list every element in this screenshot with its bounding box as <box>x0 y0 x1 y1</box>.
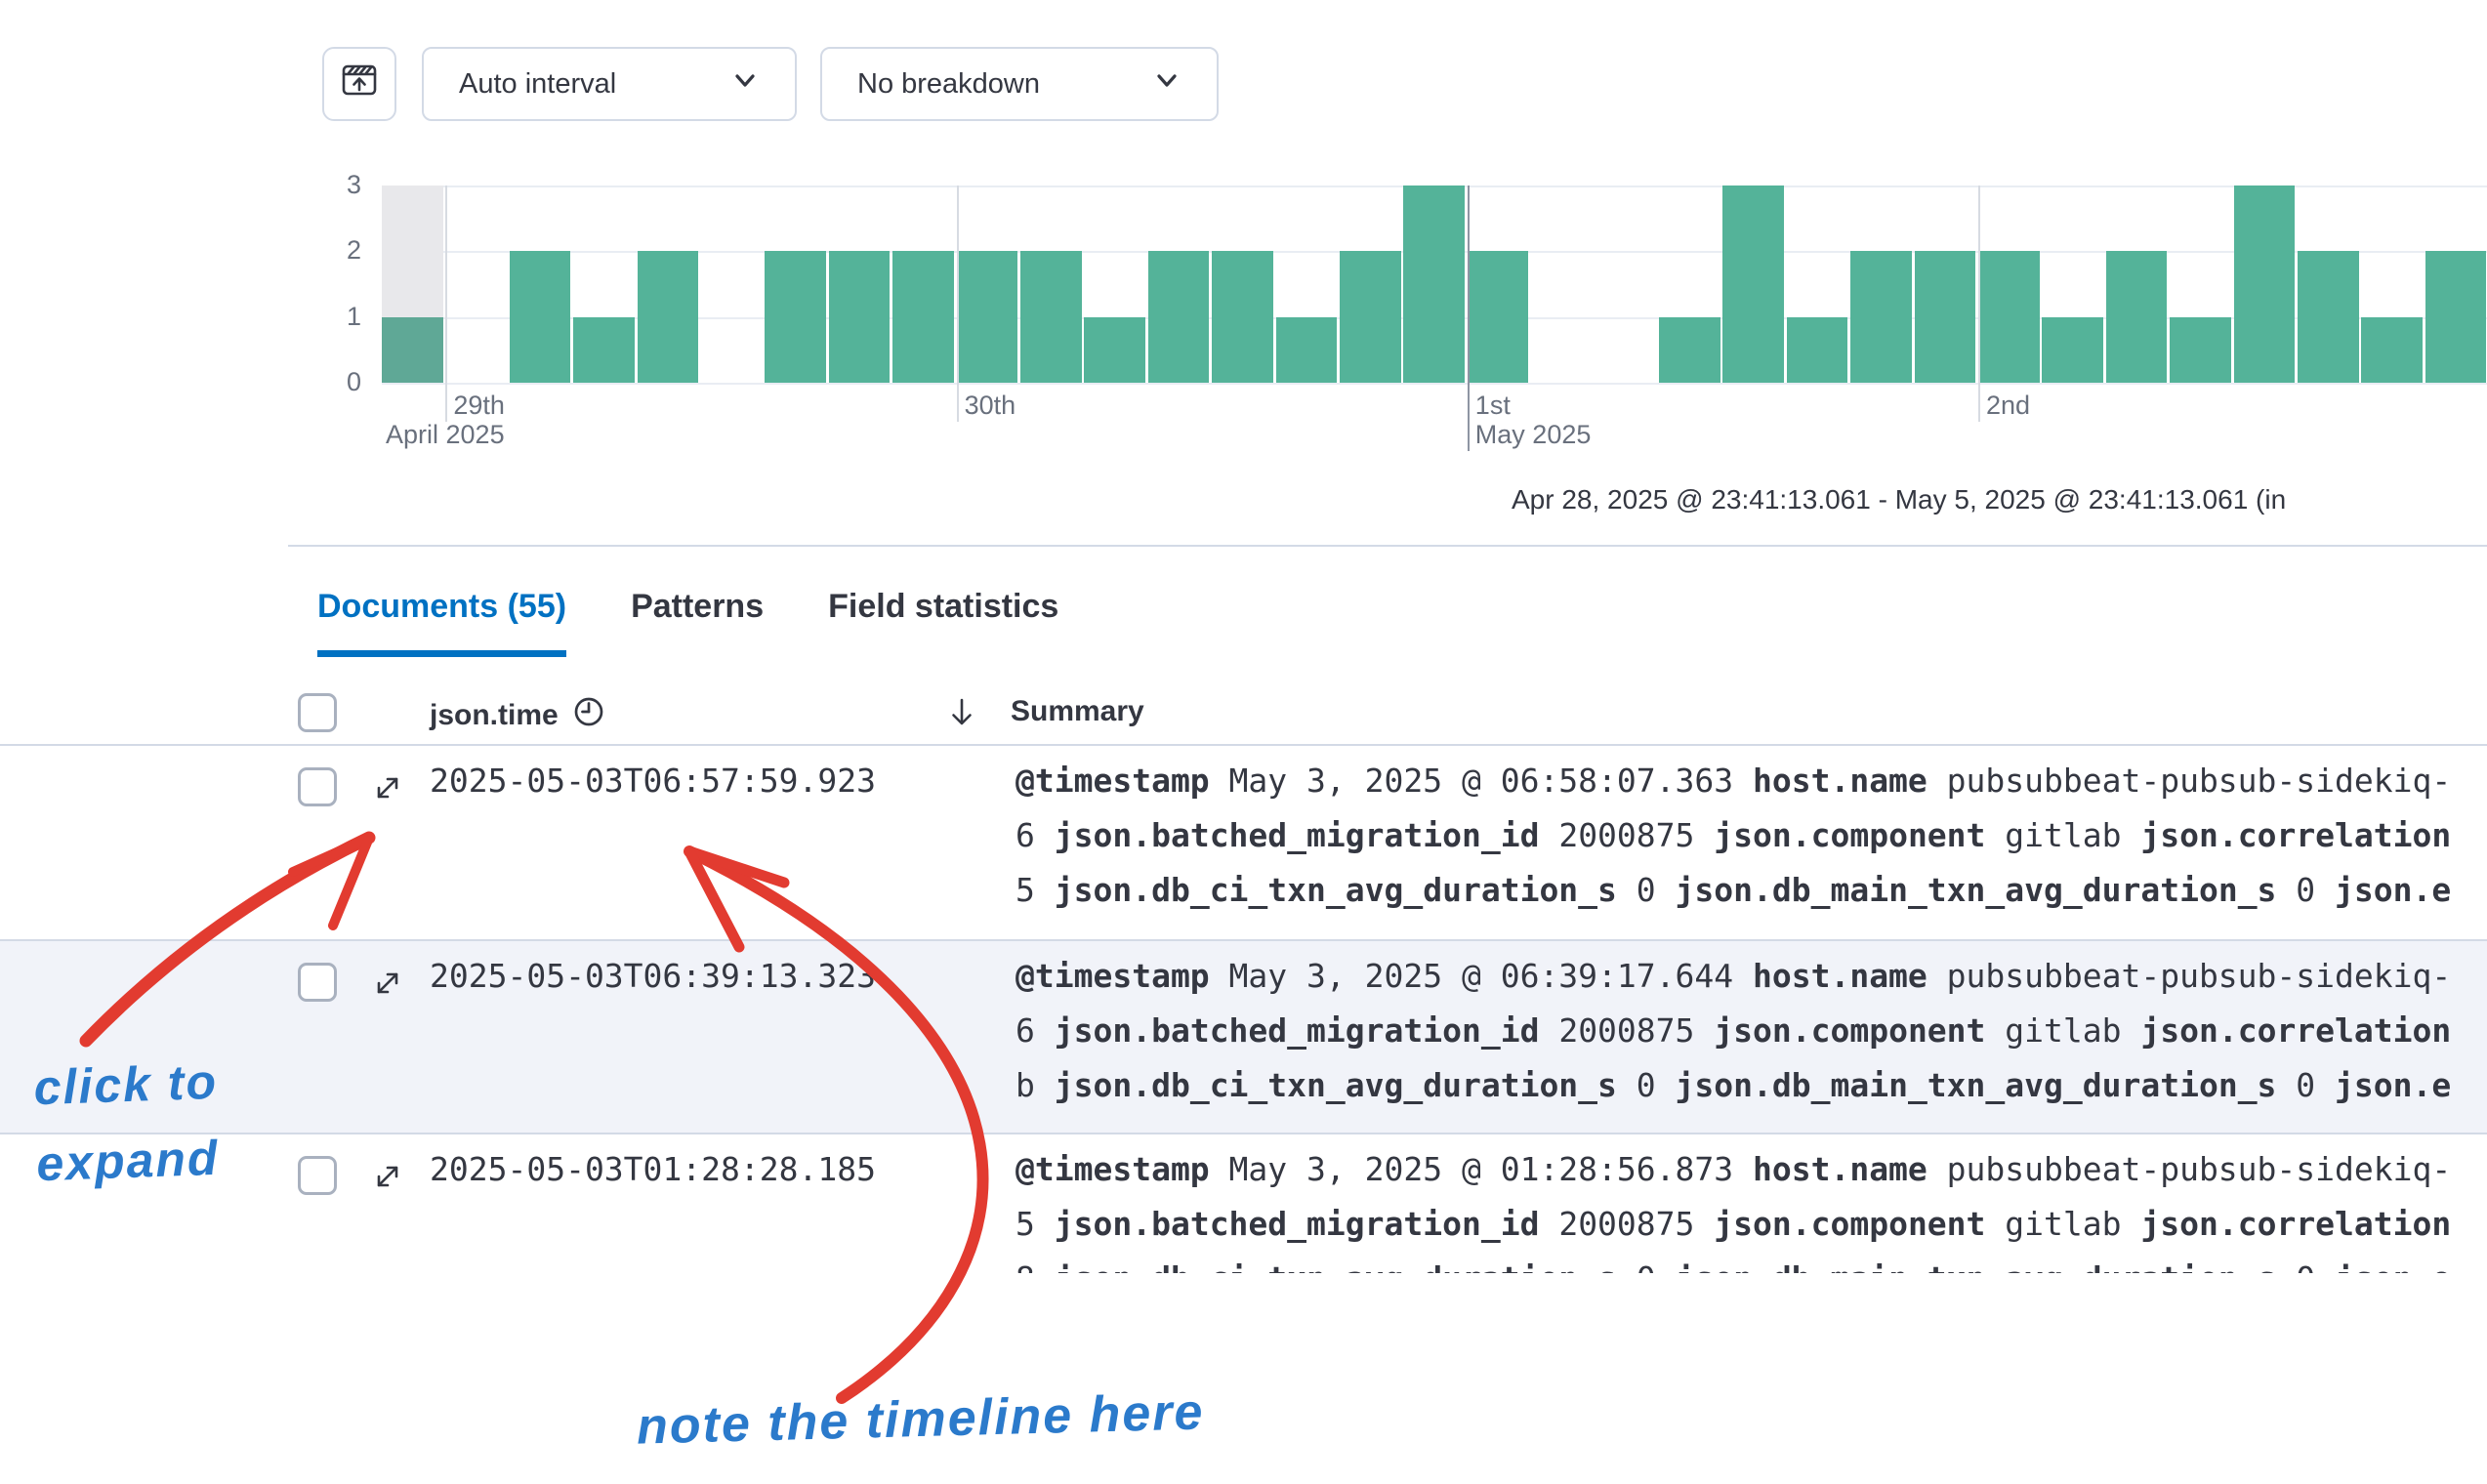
histogram-bar[interactable] <box>1403 186 1465 383</box>
time-range-caption: Apr 28, 2025 @ 23:41:13.061 - May 5, 202… <box>1512 484 2286 515</box>
histogram-bar[interactable] <box>1659 317 1720 383</box>
documents-table: json.time Summary 2025-05-03T <box>0 683 2487 1273</box>
expand-document-icon[interactable] <box>371 1160 404 1193</box>
summary-line: 5 json.db_ci_txn_avg_duration_s 0 json.d… <box>1016 869 2451 912</box>
table-row: 2025-05-03T06:57:59.923 @timestamp May 3,… <box>0 746 2487 939</box>
json-time-column-label: json.time <box>430 699 559 732</box>
x-axis-tick-label: 1st <box>1475 391 1511 421</box>
discover-page: Auto interval No breakdown 0 1 2 3 29thApril… <box>0 0 2487 1484</box>
json-time-value: 2025-05-03T01:28:28.185 <box>430 1150 876 1188</box>
gridline-day <box>957 186 959 422</box>
histogram-bar[interactable] <box>2361 317 2423 383</box>
histogram-bar[interactable] <box>2425 251 2487 383</box>
histogram-bar[interactable] <box>1212 251 1273 383</box>
histogram-bar[interactable] <box>957 251 1018 383</box>
x-axis-tick-label: 2nd <box>1986 391 2030 421</box>
histogram-bar[interactable] <box>510 251 571 383</box>
gridline-day <box>445 186 447 422</box>
breakdown-dropdown-label: No breakdown <box>857 68 1040 101</box>
histogram-bar[interactable] <box>2298 251 2359 383</box>
histogram-bar[interactable] <box>2234 186 2296 383</box>
expand-document-icon[interactable] <box>371 967 404 1000</box>
table-row: 2025-05-03T01:28:28.185 @timestamp May 3,… <box>0 1133 2487 1273</box>
annotation-line: click to <box>32 1044 219 1127</box>
histogram-bar[interactable] <box>765 251 826 383</box>
json-time-value: 2025-05-03T06:57:59.923 <box>430 762 876 800</box>
chevron-down-icon <box>730 65 760 103</box>
histogram-bar[interactable] <box>1850 251 1912 383</box>
x-axis-tick-sublabel: April 2025 <box>386 420 505 450</box>
sort-arrow-down-icon[interactable] <box>945 695 978 730</box>
clock-icon <box>572 695 605 736</box>
gridline-day <box>1978 186 1980 422</box>
interval-dropdown[interactable]: Auto interval <box>422 47 797 121</box>
column-header-json-time[interactable]: json.time <box>430 695 605 736</box>
tab-documents[interactable]: Documents (55) <box>317 586 566 657</box>
x-axis-tick-label: 29th <box>453 391 505 421</box>
annotation-click-to-expand: click to expand <box>32 1044 222 1202</box>
summary-line: b json.db_ci_txn_avg_duration_s 0 json.d… <box>1016 1064 2451 1107</box>
annotation-line: expand <box>35 1120 222 1203</box>
histogram-bar[interactable] <box>892 251 954 383</box>
summary-line: @timestamp May 3, 2025 @ 06:39:17.644 ho… <box>1016 955 2451 998</box>
summary-line: @timestamp May 3, 2025 @ 01:28:56.873 ho… <box>1016 1148 2451 1191</box>
gridline-day <box>1468 186 1470 451</box>
histogram-bar[interactable] <box>1276 317 1338 383</box>
row-checkbox[interactable] <box>298 963 337 1002</box>
histogram-bar[interactable] <box>1722 186 1784 383</box>
breakdown-dropdown[interactable]: No breakdown <box>820 47 1219 121</box>
gridline-horizontal <box>382 383 2487 385</box>
histogram-bar[interactable] <box>2170 317 2231 383</box>
y-axis-tick-label: 3 <box>316 170 361 200</box>
histogram-bar[interactable] <box>1340 251 1401 383</box>
row-checkbox[interactable] <box>298 767 337 806</box>
table-header: json.time Summary <box>0 683 2487 746</box>
summary-line: 5 json.batched_migration_id 2000875 json… <box>1016 1203 2451 1246</box>
histogram-bar[interactable] <box>2106 251 2168 383</box>
tab-patterns[interactable]: Patterns <box>631 586 764 657</box>
column-header-summary[interactable]: Summary <box>1011 695 1144 728</box>
expand-document-icon[interactable] <box>371 771 404 804</box>
y-axis-tick-label: 0 <box>316 367 361 397</box>
histogram-bar[interactable] <box>638 251 699 383</box>
histogram-bar[interactable] <box>1915 251 1976 383</box>
tabs: Documents (55) Patterns Field statistics <box>317 586 1058 657</box>
summary-column-label: Summary <box>1011 695 1144 728</box>
x-axis-tick-sublabel: May 2025 <box>1475 420 1592 450</box>
histogram-bar[interactable] <box>829 251 891 383</box>
histogram-bar[interactable] <box>1468 251 1529 383</box>
chart-options-button[interactable] <box>322 47 396 121</box>
x-axis-tick-label: 30th <box>965 391 1016 421</box>
histogram-bar[interactable] <box>573 317 635 383</box>
histogram-bar[interactable] <box>1978 251 2040 383</box>
histogram-bar[interactable] <box>1084 317 1145 383</box>
histogram-bar[interactable] <box>1020 251 1082 383</box>
summary-line: 6 json.batched_migration_id 2000875 json… <box>1016 814 2451 857</box>
json-time-value: 2025-05-03T06:39:13.323 <box>430 957 876 995</box>
histogram-bar[interactable] <box>382 317 443 383</box>
summary-line: 8 json.db_ci_txn_avg_duration_s 0 json.d… <box>1016 1257 2451 1273</box>
chevron-down-icon <box>1152 65 1181 103</box>
y-axis-tick-label: 1 <box>316 302 361 332</box>
row-checkbox[interactable] <box>298 1156 337 1195</box>
y-axis-tick-label: 2 <box>316 235 361 266</box>
select-all-checkbox[interactable] <box>298 693 337 732</box>
annotation-note-the-timeline: note the timeline here <box>636 1382 1205 1456</box>
summary-line: @timestamp May 3, 2025 @ 06:58:07.363 ho… <box>1016 760 2451 803</box>
interval-dropdown-label: Auto interval <box>459 68 616 101</box>
histogram-bar[interactable] <box>1148 251 1210 383</box>
histogram-panel-icon <box>339 60 380 108</box>
summary-line: 6 json.batched_migration_id 2000875 json… <box>1016 1010 2451 1052</box>
tab-field-statistics[interactable]: Field statistics <box>828 586 1058 657</box>
histogram-bar[interactable] <box>2042 317 2103 383</box>
histogram-bar[interactable] <box>1787 317 1848 383</box>
table-row: 2025-05-03T06:39:13.323 @timestamp May 3,… <box>0 939 2487 1133</box>
divider <box>288 545 2487 547</box>
